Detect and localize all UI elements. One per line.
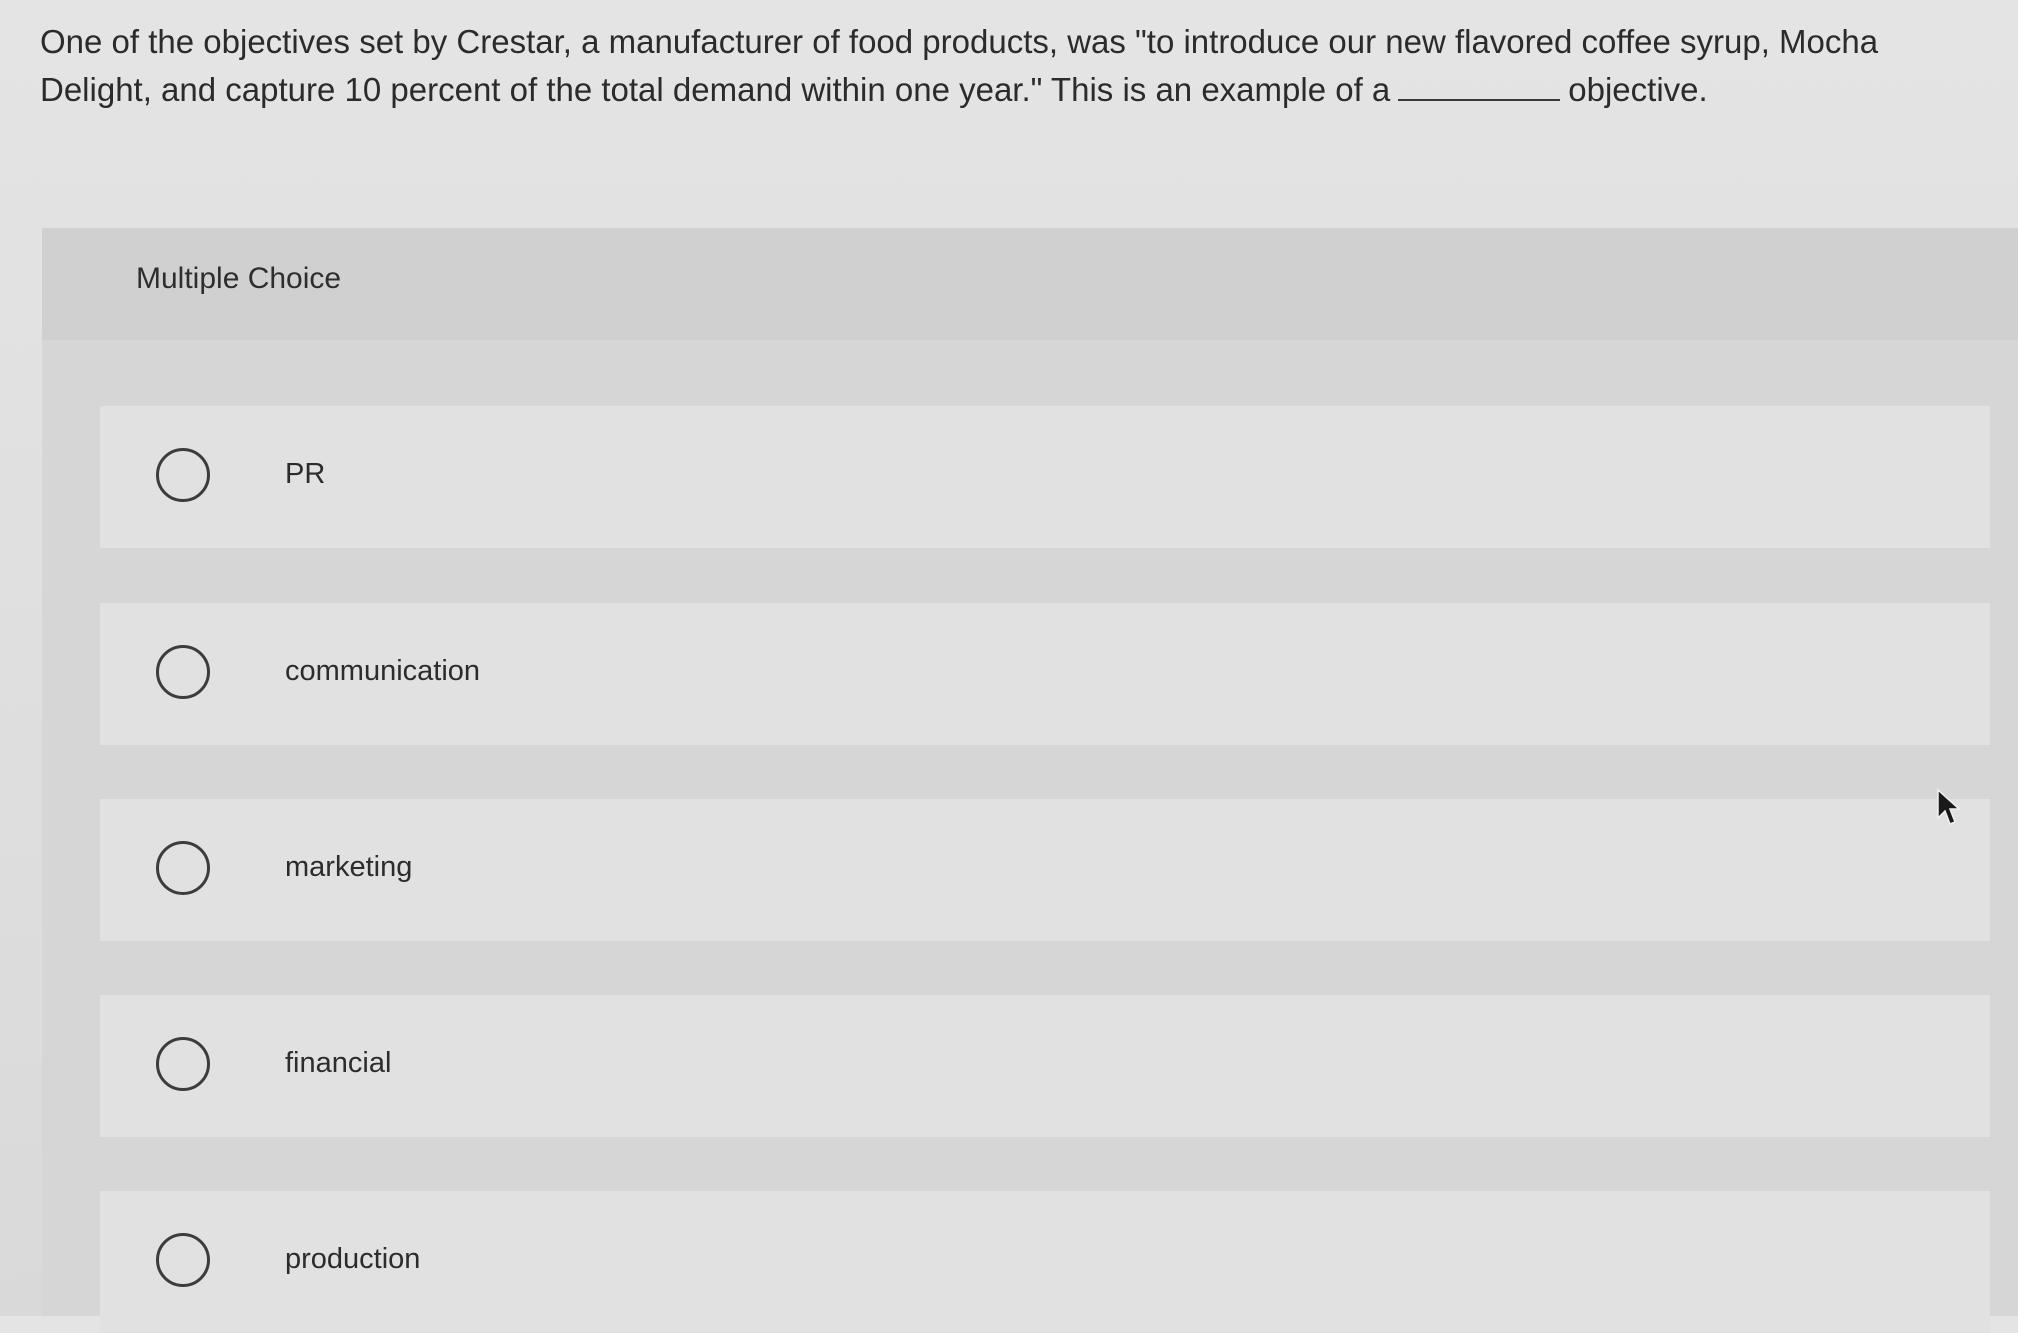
radio-button-icon[interactable] — [156, 1037, 210, 1091]
option-pr[interactable]: PR — [100, 406, 1990, 548]
option-financial[interactable]: financial — [100, 995, 1990, 1137]
multiple-choice-panel: Multiple Choice PR communication marketi… — [42, 228, 2018, 1333]
radio-button-icon[interactable] — [156, 645, 210, 699]
option-marketing[interactable]: marketing — [100, 799, 1990, 941]
question-text-after: objective. — [1568, 71, 1708, 108]
option-label: marketing — [285, 851, 413, 883]
radio-button-icon[interactable] — [156, 1233, 210, 1287]
mouse-pointer-icon — [1937, 788, 1961, 825]
option-production[interactable]: production — [100, 1191, 1990, 1333]
multiple-choice-header: Multiple Choice — [42, 228, 2018, 340]
radio-button-icon[interactable] — [156, 448, 210, 502]
option-label: financial — [285, 1047, 392, 1079]
question-text: One of the objectives set by Crestar, a … — [40, 18, 1990, 114]
option-label: communication — [285, 655, 481, 687]
answer-blank — [1398, 69, 1561, 101]
radio-button-icon[interactable] — [156, 841, 210, 895]
option-label: production — [285, 1243, 421, 1275]
option-communication[interactable]: communication — [100, 603, 1990, 745]
multiple-choice-label: Multiple Choice — [136, 262, 342, 295]
option-label: PR — [285, 458, 326, 490]
